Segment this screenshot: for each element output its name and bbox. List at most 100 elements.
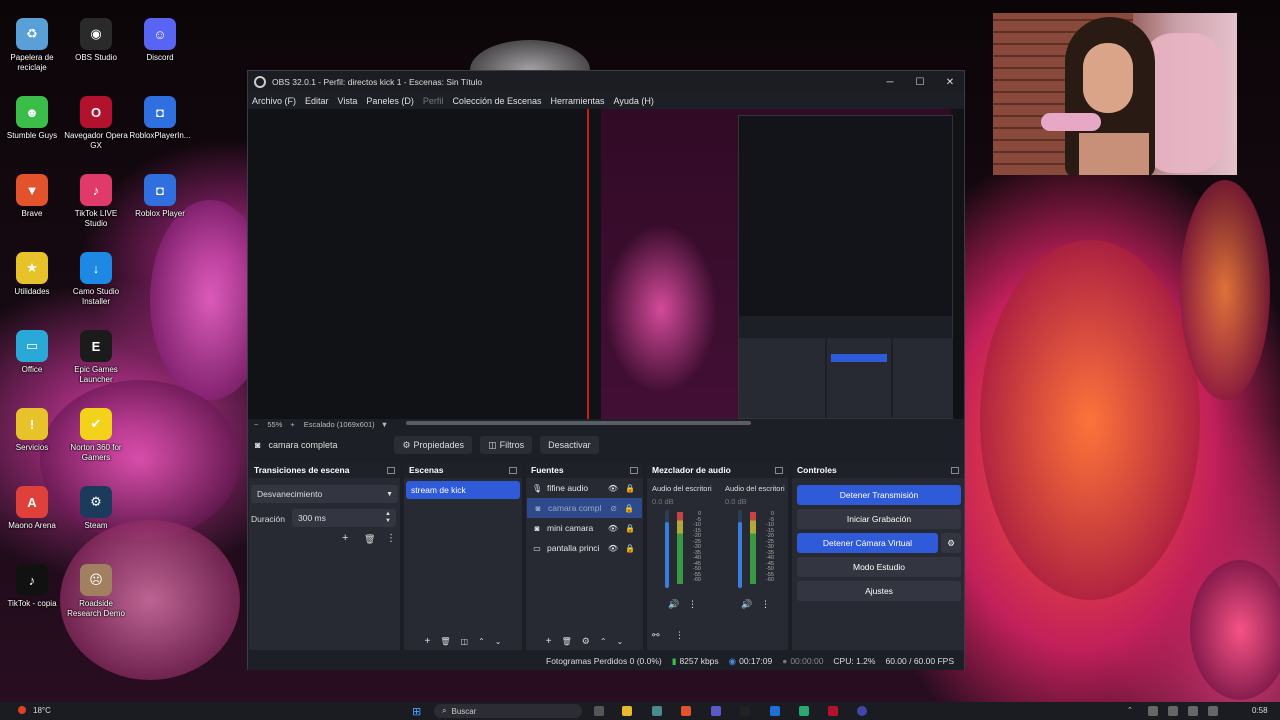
edge-icon[interactable] [799, 706, 809, 716]
desktop-icon[interactable]: ☹ Roadside Research Demo [64, 564, 128, 619]
teams-icon[interactable] [711, 706, 721, 716]
desktop-icon[interactable]: A Maono Arena [0, 486, 64, 531]
lock-icon[interactable]: 🔒 [625, 524, 635, 533]
move-down-icon[interactable]: ⌄ [495, 637, 502, 646]
add-scene-icon[interactable]: + [425, 636, 431, 647]
deactivate-button[interactable]: Desactivar [540, 436, 599, 454]
gear-icon[interactable]: ⚙ [582, 636, 590, 647]
transition-select[interactable]: Desvanecimiento ▼ [251, 485, 398, 503]
task-view-icon[interactable] [594, 706, 604, 716]
stop-virtual-camera-button[interactable]: Detener Cámara Virtual [797, 533, 938, 553]
source-item-selected[interactable]: ◙ camara compl ⊘ 🔒 [527, 498, 642, 518]
eye-icon[interactable]: 👁 [608, 484, 618, 493]
move-down-icon[interactable]: ⌄ [617, 637, 624, 646]
preview-scrollbar[interactable] [406, 421, 751, 425]
menu-vista[interactable]: Vista [338, 96, 358, 106]
volume-slider[interactable] [738, 510, 742, 588]
volume-slider[interactable] [665, 510, 669, 588]
scale-mode[interactable]: Escalado (1069x601) [304, 420, 375, 429]
source-item[interactable]: 🎙 fifine audio 👁 🔒 [526, 478, 643, 498]
start-icon[interactable]: ⊞ [412, 705, 421, 718]
speaker-icon[interactable]: 🔊 [741, 599, 752, 610]
trash-icon[interactable]: 🗑 [440, 637, 450, 646]
menu-ayuda[interactable]: Ayuda (H) [614, 96, 654, 106]
tray-icon[interactable] [1168, 706, 1178, 716]
trash-icon[interactable]: 🗑 [364, 534, 375, 545]
close-button[interactable]: ✕ [935, 71, 965, 93]
desktop-icon[interactable]: ↓ Camo Studio Installer [64, 252, 128, 307]
add-transition-icon[interactable]: + [342, 532, 348, 544]
add-source-icon[interactable]: + [546, 636, 552, 647]
undock-icon[interactable] [775, 466, 783, 474]
menu-archivo[interactable]: Archivo (F) [252, 96, 296, 106]
menu-perfil[interactable]: Perfil [423, 96, 444, 106]
brave-icon[interactable] [681, 706, 691, 716]
desktop-icon[interactable]: ♪ TikTok - copia [0, 564, 64, 609]
stop-stream-button[interactable]: Detener Transmisión [797, 485, 961, 505]
move-up-icon[interactable]: ⌃ [478, 637, 485, 646]
desktop-icon[interactable]: ▼ Brave [0, 174, 64, 219]
duration-spinbox[interactable]: 300 ms ▲ ▼ [292, 509, 396, 527]
menu-herramientas[interactable]: Herramientas [551, 96, 605, 106]
tray-chevron-icon[interactable]: ⌃ [1127, 706, 1133, 714]
menu-editar[interactable]: Editar [305, 96, 329, 106]
properties-button[interactable]: ⚙ Propiedades [394, 436, 473, 454]
opera-gx-icon[interactable] [828, 706, 838, 716]
eye-icon[interactable]: 👁 [608, 544, 618, 553]
scale-dropdown-icon[interactable]: ▼ [381, 420, 388, 429]
maximize-button[interactable]: ☐ [905, 71, 935, 93]
settings-button[interactable]: Ajustes [797, 581, 961, 601]
weather-temp[interactable]: 18°C [33, 706, 51, 715]
filters-button[interactable]: ◫ Filtros [480, 436, 533, 454]
undock-icon[interactable] [630, 466, 638, 474]
desktop-icon[interactable]: ☺ Discord [128, 18, 192, 63]
lock-icon[interactable]: 🔒 [625, 484, 635, 493]
desktop-icon[interactable]: ! Servicios [0, 408, 64, 453]
more-icon[interactable]: ⋮ [675, 630, 684, 641]
more-icon[interactable]: ⋮ [688, 599, 697, 610]
undock-icon[interactable] [509, 466, 517, 474]
desktop-icon[interactable]: ▭ Office [0, 330, 64, 375]
desktop-icon[interactable]: ♻ Papelera de reciclaje [0, 18, 64, 73]
desktop-icon[interactable]: E Epic Games Launcher [64, 330, 128, 385]
more-icon[interactable]: ⋮ [761, 599, 770, 610]
more-icon[interactable]: ⋮ [386, 533, 396, 544]
menu-coleccion-escenas[interactable]: Colección de Escenas [452, 96, 541, 106]
gear-icon[interactable]: ⚙ [941, 533, 961, 553]
eye-icon[interactable]: 👁 [608, 524, 618, 533]
desktop-icon[interactable]: ◉ OBS Studio [64, 18, 128, 63]
desktop-icon[interactable]: O Navegador Opera GX [64, 96, 128, 151]
filter-icon[interactable]: ◫ [461, 637, 469, 646]
title-bar[interactable]: OBS 32.0.1 - Perfil: directos kick 1 - E… [248, 71, 964, 93]
preview-canvas[interactable] [248, 109, 964, 419]
speaker-icon[interactable]: 🔊 [668, 599, 679, 610]
tray-icon[interactable] [1188, 706, 1198, 716]
clock[interactable]: 0:58 [1252, 706, 1268, 715]
start-record-button[interactable]: Iniciar Grabación [797, 509, 961, 529]
taskbar-search[interactable]: ⌕ Buscar [434, 704, 582, 718]
obs-taskbar-icon[interactable] [857, 706, 867, 716]
move-up-icon[interactable]: ⌃ [600, 637, 607, 646]
lock-icon[interactable]: 🔒 [625, 544, 635, 553]
tray-icon[interactable] [1148, 706, 1158, 716]
undock-icon[interactable] [387, 466, 395, 474]
desktop-icon[interactable]: ◘ Roblox Player [128, 174, 192, 219]
tiktok-icon[interactable] [740, 706, 750, 716]
undock-icon[interactable] [951, 466, 959, 474]
eye-hidden-icon[interactable]: ⊘ [610, 504, 617, 513]
zoom-in-icon[interactable]: + [290, 420, 294, 429]
menu-paneles[interactable]: Paneles (D) [366, 96, 414, 106]
zoom-out-icon[interactable]: − [254, 420, 258, 429]
file-explorer-icon[interactable] [622, 706, 632, 716]
desktop-icon[interactable]: ⚙ Steam [64, 486, 128, 531]
scene-item[interactable]: stream de kick [406, 481, 520, 499]
source-item[interactable]: ◙ mini camara 👁 🔒 [526, 518, 643, 538]
desktop-icon[interactable]: ★ Utilidades [0, 252, 64, 297]
tray-icon[interactable] [1208, 706, 1218, 716]
spin-arrows-icon[interactable]: ▲ ▼ [385, 511, 391, 525]
desktop-icon[interactable]: ◘ RobloxPlayerIn... [128, 96, 192, 141]
studio-mode-button[interactable]: Modo Estudio [797, 557, 961, 577]
desktop-icon[interactable]: ♪ TikTok LIVE Studio [64, 174, 128, 229]
minimize-button[interactable]: ─ [875, 71, 905, 93]
desktop-icon[interactable]: ✔ Norton 360 for Gamers [64, 408, 128, 463]
